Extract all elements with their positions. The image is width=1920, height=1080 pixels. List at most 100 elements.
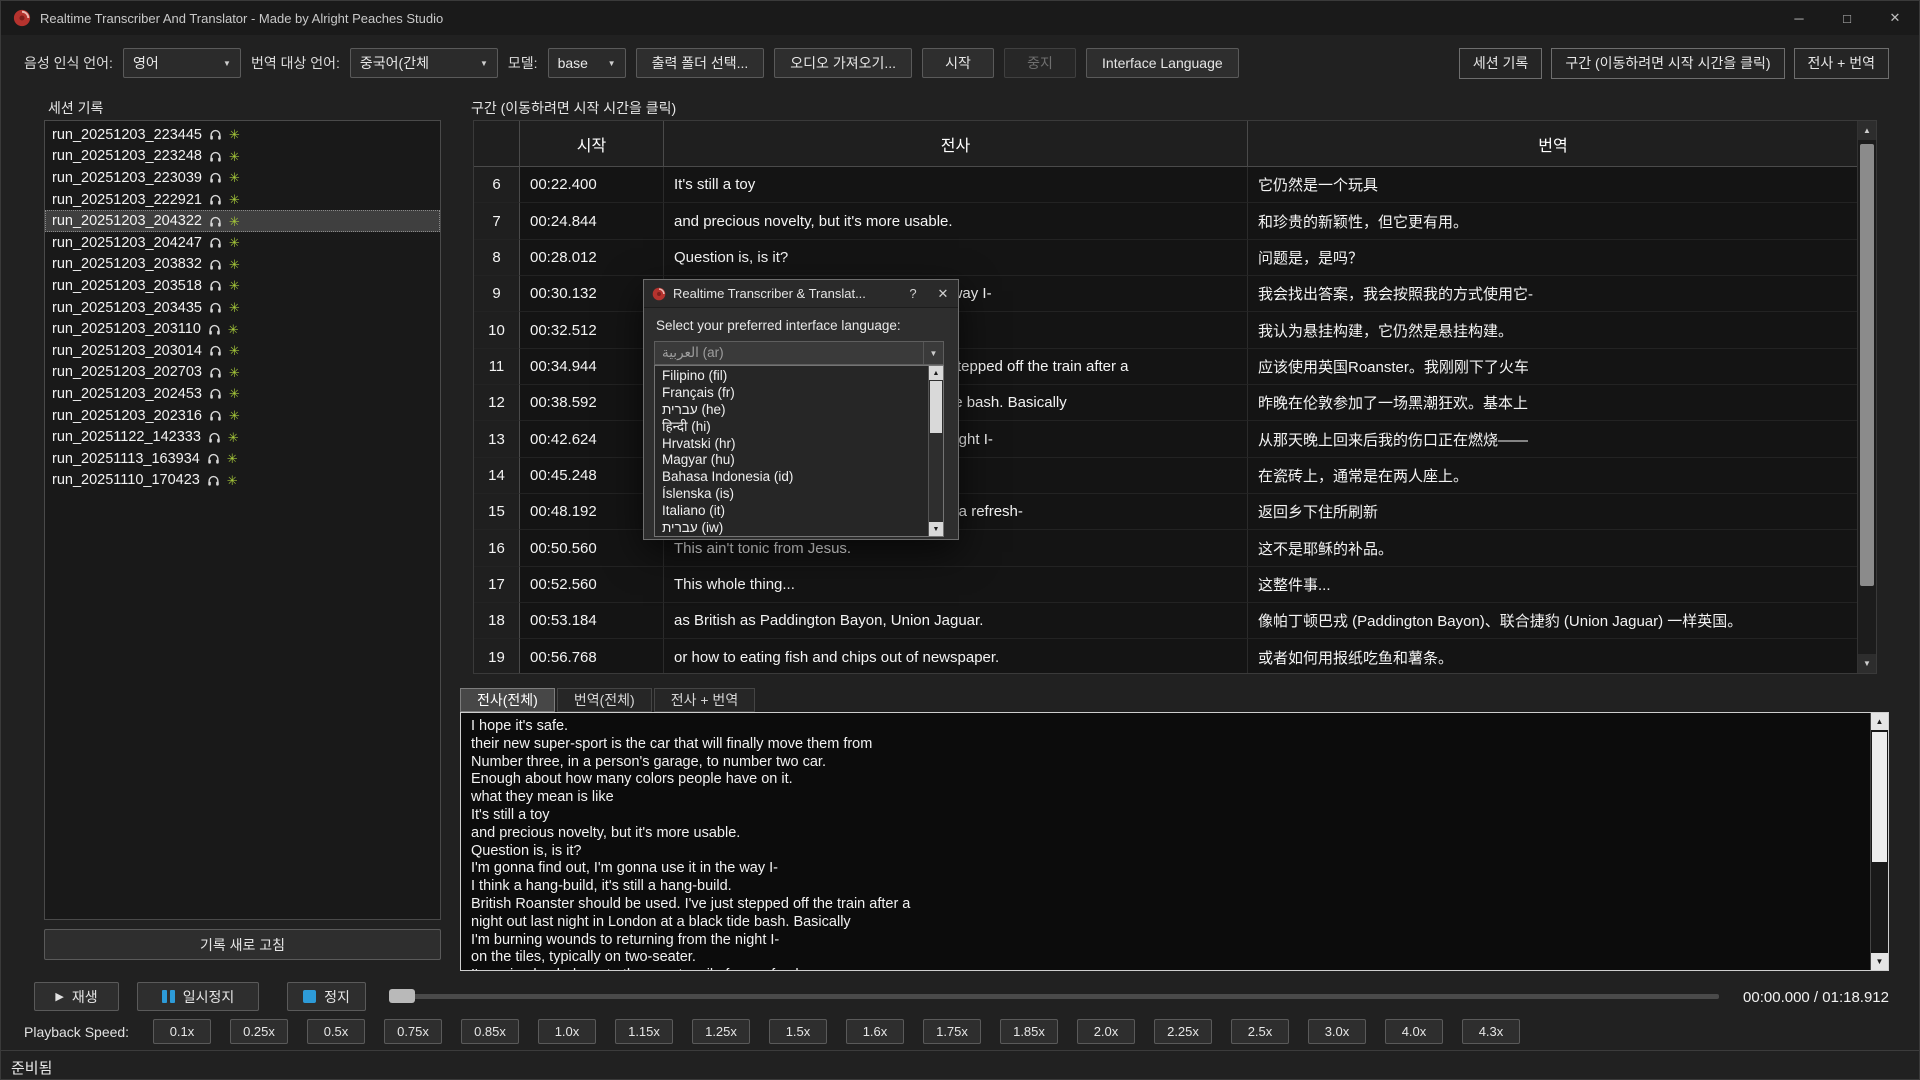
session-item[interactable]: run_20251203_203435✳ bbox=[45, 297, 440, 319]
slider-groove[interactable] bbox=[389, 994, 1719, 999]
play-button[interactable]: ▶ 재생 bbox=[34, 982, 119, 1011]
session-item[interactable]: run_20251203_223445✳ bbox=[45, 124, 440, 146]
segment-translation[interactable]: 我认为悬挂构建，它仍然是悬挂构建。 bbox=[1248, 312, 1859, 348]
scrollbar-track[interactable] bbox=[1858, 140, 1876, 654]
session-item[interactable]: run_20251203_203110✳ bbox=[45, 318, 440, 340]
segment-translation[interactable]: 像帕丁顿巴戎 (Paddington Bayon)、联合捷豹 (Union Ja… bbox=[1248, 603, 1859, 639]
chevron-down-icon[interactable]: ▼ bbox=[923, 342, 943, 364]
segment-start-time[interactable]: 00:28.012 bbox=[520, 240, 664, 276]
segment-start-time[interactable]: 00:22.400 bbox=[520, 167, 664, 203]
speed-button[interactable]: 0.1x bbox=[153, 1019, 211, 1044]
speed-button[interactable]: 1.85x bbox=[1000, 1019, 1058, 1044]
transcript-scrollbar[interactable]: ▲ ▼ bbox=[1870, 713, 1888, 970]
scrollbar-thumb[interactable] bbox=[930, 381, 942, 433]
segment-translation[interactable]: 这整件事... bbox=[1248, 567, 1859, 603]
session-item[interactable]: run_20251203_203518✳ bbox=[45, 275, 440, 297]
segment-translation[interactable]: 问题是，是吗？ bbox=[1248, 240, 1859, 276]
refresh-log-button[interactable]: 기록 새로 고침 bbox=[44, 929, 441, 960]
speed-button[interactable]: 4.3x bbox=[1462, 1019, 1520, 1044]
language-option[interactable]: Italiano (it) bbox=[655, 502, 928, 519]
output-folder-button[interactable]: 출력 폴더 선택... bbox=[636, 48, 765, 78]
session-item[interactable]: run_20251113_163934✳ bbox=[45, 448, 440, 470]
scroll-up-icon[interactable]: ▲ bbox=[929, 366, 943, 380]
session-item[interactable]: run_20251203_223248✳ bbox=[45, 146, 440, 168]
column-header-start[interactable]: 시작 bbox=[520, 121, 664, 167]
tab-transcript-translation[interactable]: 전사 + 번역 bbox=[654, 688, 755, 712]
session-item[interactable]: run_20251203_202703✳ bbox=[45, 362, 440, 384]
scrollbar-track[interactable] bbox=[1871, 730, 1888, 953]
segment-translation[interactable]: 从那天晚上回来后我的伤口正在燃烧—— bbox=[1248, 421, 1859, 457]
segment-translation[interactable]: 我会找出答案，我会按照我的方式使用它- bbox=[1248, 276, 1859, 312]
column-header-transcript[interactable]: 전사 bbox=[664, 121, 1248, 167]
segment-translation[interactable]: 它仍然是一个玩具 bbox=[1248, 167, 1859, 203]
speed-button[interactable]: 4.0x bbox=[1385, 1019, 1443, 1044]
transcript-panel[interactable]: I hope it's safe. their new super-sport … bbox=[460, 712, 1889, 971]
scrollbar-thumb[interactable] bbox=[1872, 732, 1887, 862]
speed-button[interactable]: 0.25x bbox=[230, 1019, 288, 1044]
segment-transcript[interactable]: Question is, is it? bbox=[664, 240, 1248, 276]
segment-transcript[interactable]: as British as Paddington Bayon, Union Ja… bbox=[664, 603, 1248, 639]
language-option[interactable]: Íslenska (is) bbox=[655, 485, 928, 502]
session-item[interactable]: run_20251203_204247✳ bbox=[45, 232, 440, 254]
scroll-down-icon[interactable]: ▼ bbox=[1871, 953, 1888, 970]
tab-transcribe-translate[interactable]: 전사 + 번역 bbox=[1794, 48, 1889, 79]
minimize-button[interactable]: ─ bbox=[1775, 1, 1823, 35]
session-item[interactable]: run_20251203_202316✳ bbox=[45, 405, 440, 427]
speed-button[interactable]: 2.0x bbox=[1077, 1019, 1135, 1044]
speed-button[interactable]: 1.75x bbox=[923, 1019, 981, 1044]
segment-translation[interactable]: 返回乡下住所刷新 bbox=[1248, 494, 1859, 530]
speed-button[interactable]: 1.15x bbox=[615, 1019, 673, 1044]
segment-translation[interactable]: 在瓷砖上，通常是在两人座上。 bbox=[1248, 458, 1859, 494]
segment-transcript[interactable]: It's still a toy bbox=[664, 167, 1248, 203]
language-option[interactable]: Filipino (fil) bbox=[655, 367, 928, 384]
segment-start-time[interactable]: 00:56.768 bbox=[520, 639, 664, 674]
speed-button[interactable]: 0.75x bbox=[384, 1019, 442, 1044]
speed-button[interactable]: 1.5x bbox=[769, 1019, 827, 1044]
segment-start-time[interactable]: 00:53.184 bbox=[520, 603, 664, 639]
segment-start-time[interactable]: 00:52.560 bbox=[520, 567, 664, 603]
segment-translation[interactable]: 应该使用英国Roanster。我刚刚下了火车 bbox=[1248, 349, 1859, 385]
speed-button[interactable]: 1.0x bbox=[538, 1019, 596, 1044]
column-header-translation[interactable]: 번역 bbox=[1248, 121, 1859, 167]
speed-button[interactable]: 2.5x bbox=[1231, 1019, 1289, 1044]
start-button[interactable]: 시작 bbox=[922, 48, 994, 78]
scrollbar-thumb[interactable] bbox=[1860, 144, 1874, 586]
transcript-text[interactable]: I hope it's safe. their new super-sport … bbox=[461, 713, 1870, 970]
dialog-close-button[interactable]: ✕ bbox=[928, 280, 958, 308]
close-button[interactable]: ✕ bbox=[1871, 1, 1919, 35]
help-button[interactable]: ? bbox=[898, 280, 928, 308]
session-item[interactable]: run_20251203_203832✳ bbox=[45, 254, 440, 276]
target-language-select[interactable]: 중국어(간체 ▼ bbox=[350, 48, 498, 78]
tab-transcript-full[interactable]: 전사(전체) bbox=[460, 688, 555, 712]
scroll-up-icon[interactable]: ▲ bbox=[1871, 713, 1888, 730]
slider-handle[interactable] bbox=[389, 989, 415, 1003]
model-select[interactable]: base ▼ bbox=[548, 48, 626, 78]
speed-button[interactable]: 1.25x bbox=[692, 1019, 750, 1044]
speed-button[interactable]: 1.6x bbox=[846, 1019, 904, 1044]
language-option[interactable]: Hrvatski (hr) bbox=[655, 435, 928, 452]
language-option[interactable]: Bahasa Indonesia (id) bbox=[655, 468, 928, 485]
interface-language-button[interactable]: Interface Language bbox=[1086, 48, 1239, 78]
tab-session-log[interactable]: 세션 기록 bbox=[1459, 48, 1542, 79]
segment-transcript[interactable]: or how to eating fish and chips out of n… bbox=[664, 639, 1248, 674]
import-audio-button[interactable]: 오디오 가져오기... bbox=[774, 48, 912, 78]
language-option[interactable]: עברית (iw) bbox=[655, 519, 928, 536]
session-item[interactable]: run_20251122_142333✳ bbox=[45, 426, 440, 448]
scroll-up-icon[interactable]: ▲ bbox=[1858, 121, 1876, 140]
segment-transcript[interactable]: and precious novelty, but it's more usab… bbox=[664, 203, 1248, 239]
language-option[interactable]: Français (fr) bbox=[655, 384, 928, 401]
tab-translation-full[interactable]: 번역(전체) bbox=[557, 688, 652, 712]
scroll-down-icon[interactable]: ▼ bbox=[929, 522, 943, 536]
language-list-scrollbar[interactable]: ▲ ▼ bbox=[928, 366, 943, 536]
session-item[interactable]: run_20251203_223039✳ bbox=[45, 167, 440, 189]
seek-slider[interactable] bbox=[389, 986, 1719, 1006]
session-item[interactable]: run_20251110_170423✳ bbox=[45, 470, 440, 492]
language-select[interactable]: العربية (ar) ▼ bbox=[654, 341, 944, 365]
session-item[interactable]: run_20251203_203014✳ bbox=[45, 340, 440, 362]
language-option[interactable]: Magyar (hu) bbox=[655, 451, 928, 468]
stop-playback-button[interactable]: 정지 bbox=[287, 982, 366, 1011]
scroll-down-icon[interactable]: ▼ bbox=[1858, 654, 1876, 673]
speed-button[interactable]: 0.5x bbox=[307, 1019, 365, 1044]
speed-button[interactable]: 2.25x bbox=[1154, 1019, 1212, 1044]
speed-button[interactable]: 0.85x bbox=[461, 1019, 519, 1044]
